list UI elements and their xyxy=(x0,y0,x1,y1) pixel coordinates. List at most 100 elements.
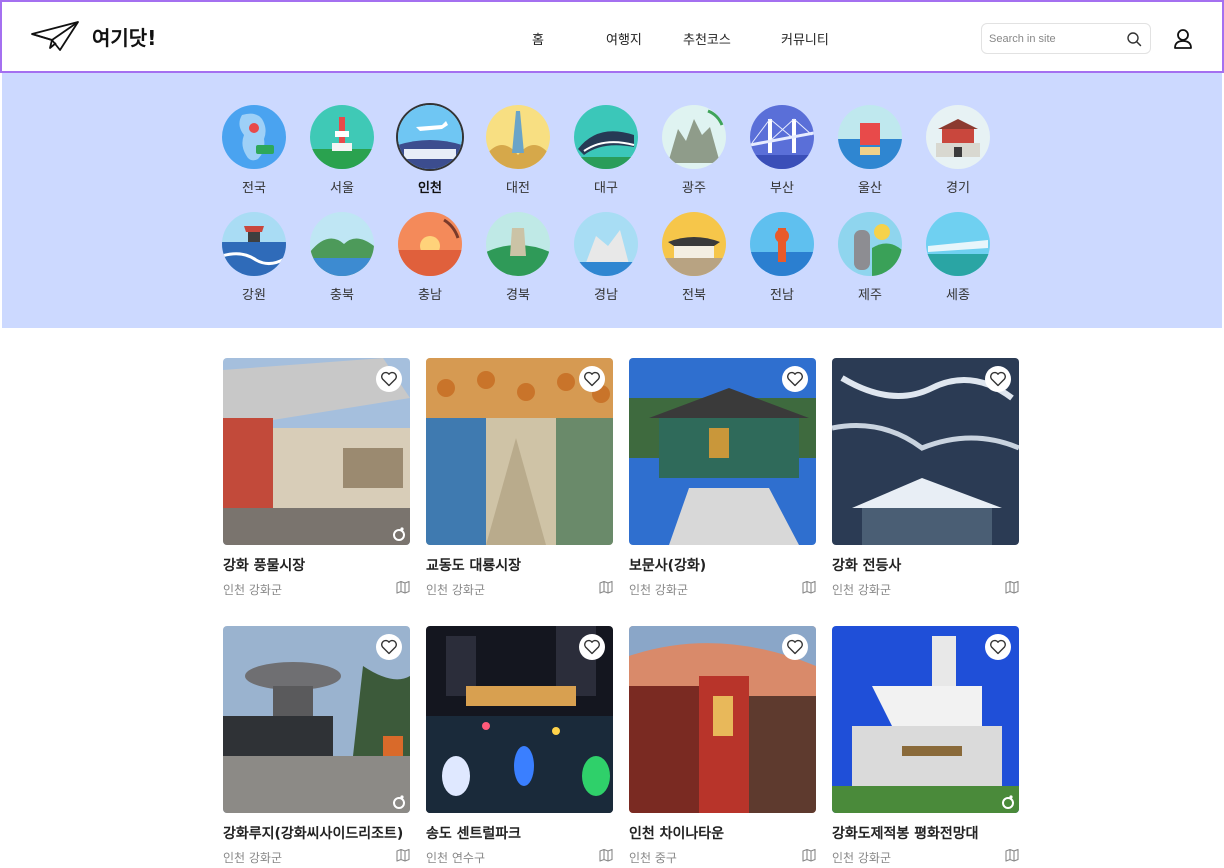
nav-community[interactable]: 커뮤니티 xyxy=(781,29,829,48)
jeonbuk-hanok-icon xyxy=(662,212,726,276)
gyeonggi-fortress-icon xyxy=(926,105,990,169)
sejong-bridge-icon xyxy=(926,212,990,276)
region-gangwon[interactable]: 강원 xyxy=(214,212,294,303)
gwangju-mountain-icon xyxy=(662,105,726,169)
jeonnam-lighthouse-icon xyxy=(750,212,814,276)
watermark-icon xyxy=(393,795,405,809)
region-gyeongnam[interactable]: 경남 xyxy=(566,212,646,303)
region-label: 제주 xyxy=(858,288,882,303)
region-ulsan[interactable]: 울산 xyxy=(830,105,910,196)
site-header: 여기닷! 홈 여행지 추천코스 커뮤니티 xyxy=(0,0,1224,73)
region-label: 경남 xyxy=(594,288,618,303)
region-label: 경기 xyxy=(946,181,970,196)
map-icon[interactable] xyxy=(1005,848,1019,862)
place-title[interactable]: 강화 풍물시장 xyxy=(223,555,410,575)
favorite-button[interactable] xyxy=(579,366,605,392)
place-location: 인천 중구 xyxy=(629,851,677,865)
region-jeonbuk[interactable]: 전북 xyxy=(654,212,734,303)
seoul-tower-icon xyxy=(310,105,374,169)
region-sejong[interactable]: 세종 xyxy=(918,212,998,303)
place-photo[interactable] xyxy=(629,358,816,545)
place-photo[interactable] xyxy=(832,358,1019,545)
place-location: 인천 강화군 xyxy=(832,583,892,597)
watermark-icon xyxy=(1002,795,1014,809)
place-photo[interactable] xyxy=(223,626,410,813)
region-label: 울산 xyxy=(858,181,882,196)
map-icon[interactable] xyxy=(396,848,410,862)
region-gwangju[interactable]: 광주 xyxy=(654,105,734,196)
region-chungnam[interactable]: 충남 xyxy=(390,212,470,303)
heart-icon xyxy=(584,639,600,655)
heart-icon xyxy=(381,371,397,387)
place-card[interactable]: 강화 풍물시장 인천 강화군 xyxy=(223,358,410,597)
search-icon[interactable] xyxy=(1126,31,1142,47)
place-photo[interactable] xyxy=(629,626,816,813)
place-photo[interactable] xyxy=(832,626,1019,813)
region-daegu[interactable]: 대구 xyxy=(566,105,646,196)
search-box xyxy=(981,23,1151,54)
region-daejeon[interactable]: 대전 xyxy=(478,105,558,196)
heart-icon xyxy=(990,371,1006,387)
place-title[interactable]: 강화도제적봉 평화전망대 xyxy=(832,823,1019,843)
place-card[interactable]: 강화 전등사 인천 강화군 xyxy=(832,358,1019,597)
region-label: 전국 xyxy=(242,181,266,196)
place-photo[interactable] xyxy=(426,358,613,545)
place-location: 인천 강화군 xyxy=(629,583,689,597)
place-location: 인천 강화군 xyxy=(426,583,486,597)
place-title[interactable]: 보문사(강화) xyxy=(629,555,816,575)
map-icon[interactable] xyxy=(802,580,816,594)
region-label: 충남 xyxy=(418,288,442,303)
place-title[interactable]: 교동도 대룡시장 xyxy=(426,555,613,575)
favorite-button[interactable] xyxy=(985,366,1011,392)
daegu-stadium-icon xyxy=(574,105,638,169)
place-title[interactable]: 송도 센트럴파크 xyxy=(426,823,613,843)
region-label: 인천 xyxy=(418,181,442,196)
chungbuk-lake-icon xyxy=(310,212,374,276)
region-busan[interactable]: 부산 xyxy=(742,105,822,196)
place-title[interactable]: 인천 차이나타운 xyxy=(629,823,816,843)
favorite-button[interactable] xyxy=(782,366,808,392)
map-icon[interactable] xyxy=(599,848,613,862)
place-photo[interactable] xyxy=(223,358,410,545)
place-title[interactable]: 강화루지(강화씨사이드리조트) xyxy=(223,823,410,843)
map-icon[interactable] xyxy=(1005,580,1019,594)
place-photo[interactable] xyxy=(426,626,613,813)
map-icon[interactable] xyxy=(396,580,410,594)
place-card[interactable]: 교동도 대룡시장 인천 강화군 xyxy=(426,358,613,597)
region-gyeongbuk[interactable]: 경북 xyxy=(478,212,558,303)
place-location: 인천 강화군 xyxy=(223,583,283,597)
map-icon[interactable] xyxy=(599,580,613,594)
region-jeonnam[interactable]: 전남 xyxy=(742,212,822,303)
place-card[interactable]: 보문사(강화) 인천 강화군 xyxy=(629,358,816,597)
region-seoul[interactable]: 서울 xyxy=(302,105,382,196)
nav-home[interactable]: 홈 xyxy=(532,29,544,48)
map-icon[interactable] xyxy=(802,848,816,862)
korea-map-icon xyxy=(222,105,286,169)
place-title[interactable]: 강화 전등사 xyxy=(832,555,1019,575)
search-input[interactable] xyxy=(989,31,1119,47)
place-location: 인천 강화군 xyxy=(832,851,892,865)
favorite-button[interactable] xyxy=(985,634,1011,660)
place-card[interactable]: 강화도제적봉 평화전망대 인천 강화군 xyxy=(832,626,1019,865)
region-nationwide[interactable]: 전국 xyxy=(214,105,294,196)
user-icon[interactable] xyxy=(1173,28,1193,50)
airport-plane-icon xyxy=(398,105,462,169)
jeju-harubang-icon xyxy=(838,212,902,276)
favorite-button[interactable] xyxy=(782,634,808,660)
region-jeju[interactable]: 제주 xyxy=(830,212,910,303)
favorite-button[interactable] xyxy=(579,634,605,660)
region-label: 강원 xyxy=(242,288,266,303)
region-chungbuk[interactable]: 충북 xyxy=(302,212,382,303)
place-location: 인천 연수구 xyxy=(426,851,486,865)
region-incheon[interactable]: 인천 xyxy=(390,105,470,196)
favorite-button[interactable] xyxy=(376,634,402,660)
favorite-button[interactable] xyxy=(376,366,402,392)
region-gyeonggi[interactable]: 경기 xyxy=(918,105,998,196)
place-card[interactable]: 송도 센트럴파크 인천 연수구 xyxy=(426,626,613,865)
place-card[interactable]: 인천 차이나타운 인천 중구 xyxy=(629,626,816,865)
nav-destinations[interactable]: 여행지 xyxy=(606,29,642,48)
nav-recommended-courses[interactable]: 추천코스 xyxy=(683,29,731,48)
place-card[interactable]: 강화루지(강화씨사이드리조트) 인천 강화군 xyxy=(223,626,410,865)
heart-icon xyxy=(381,639,397,655)
heart-icon xyxy=(787,639,803,655)
